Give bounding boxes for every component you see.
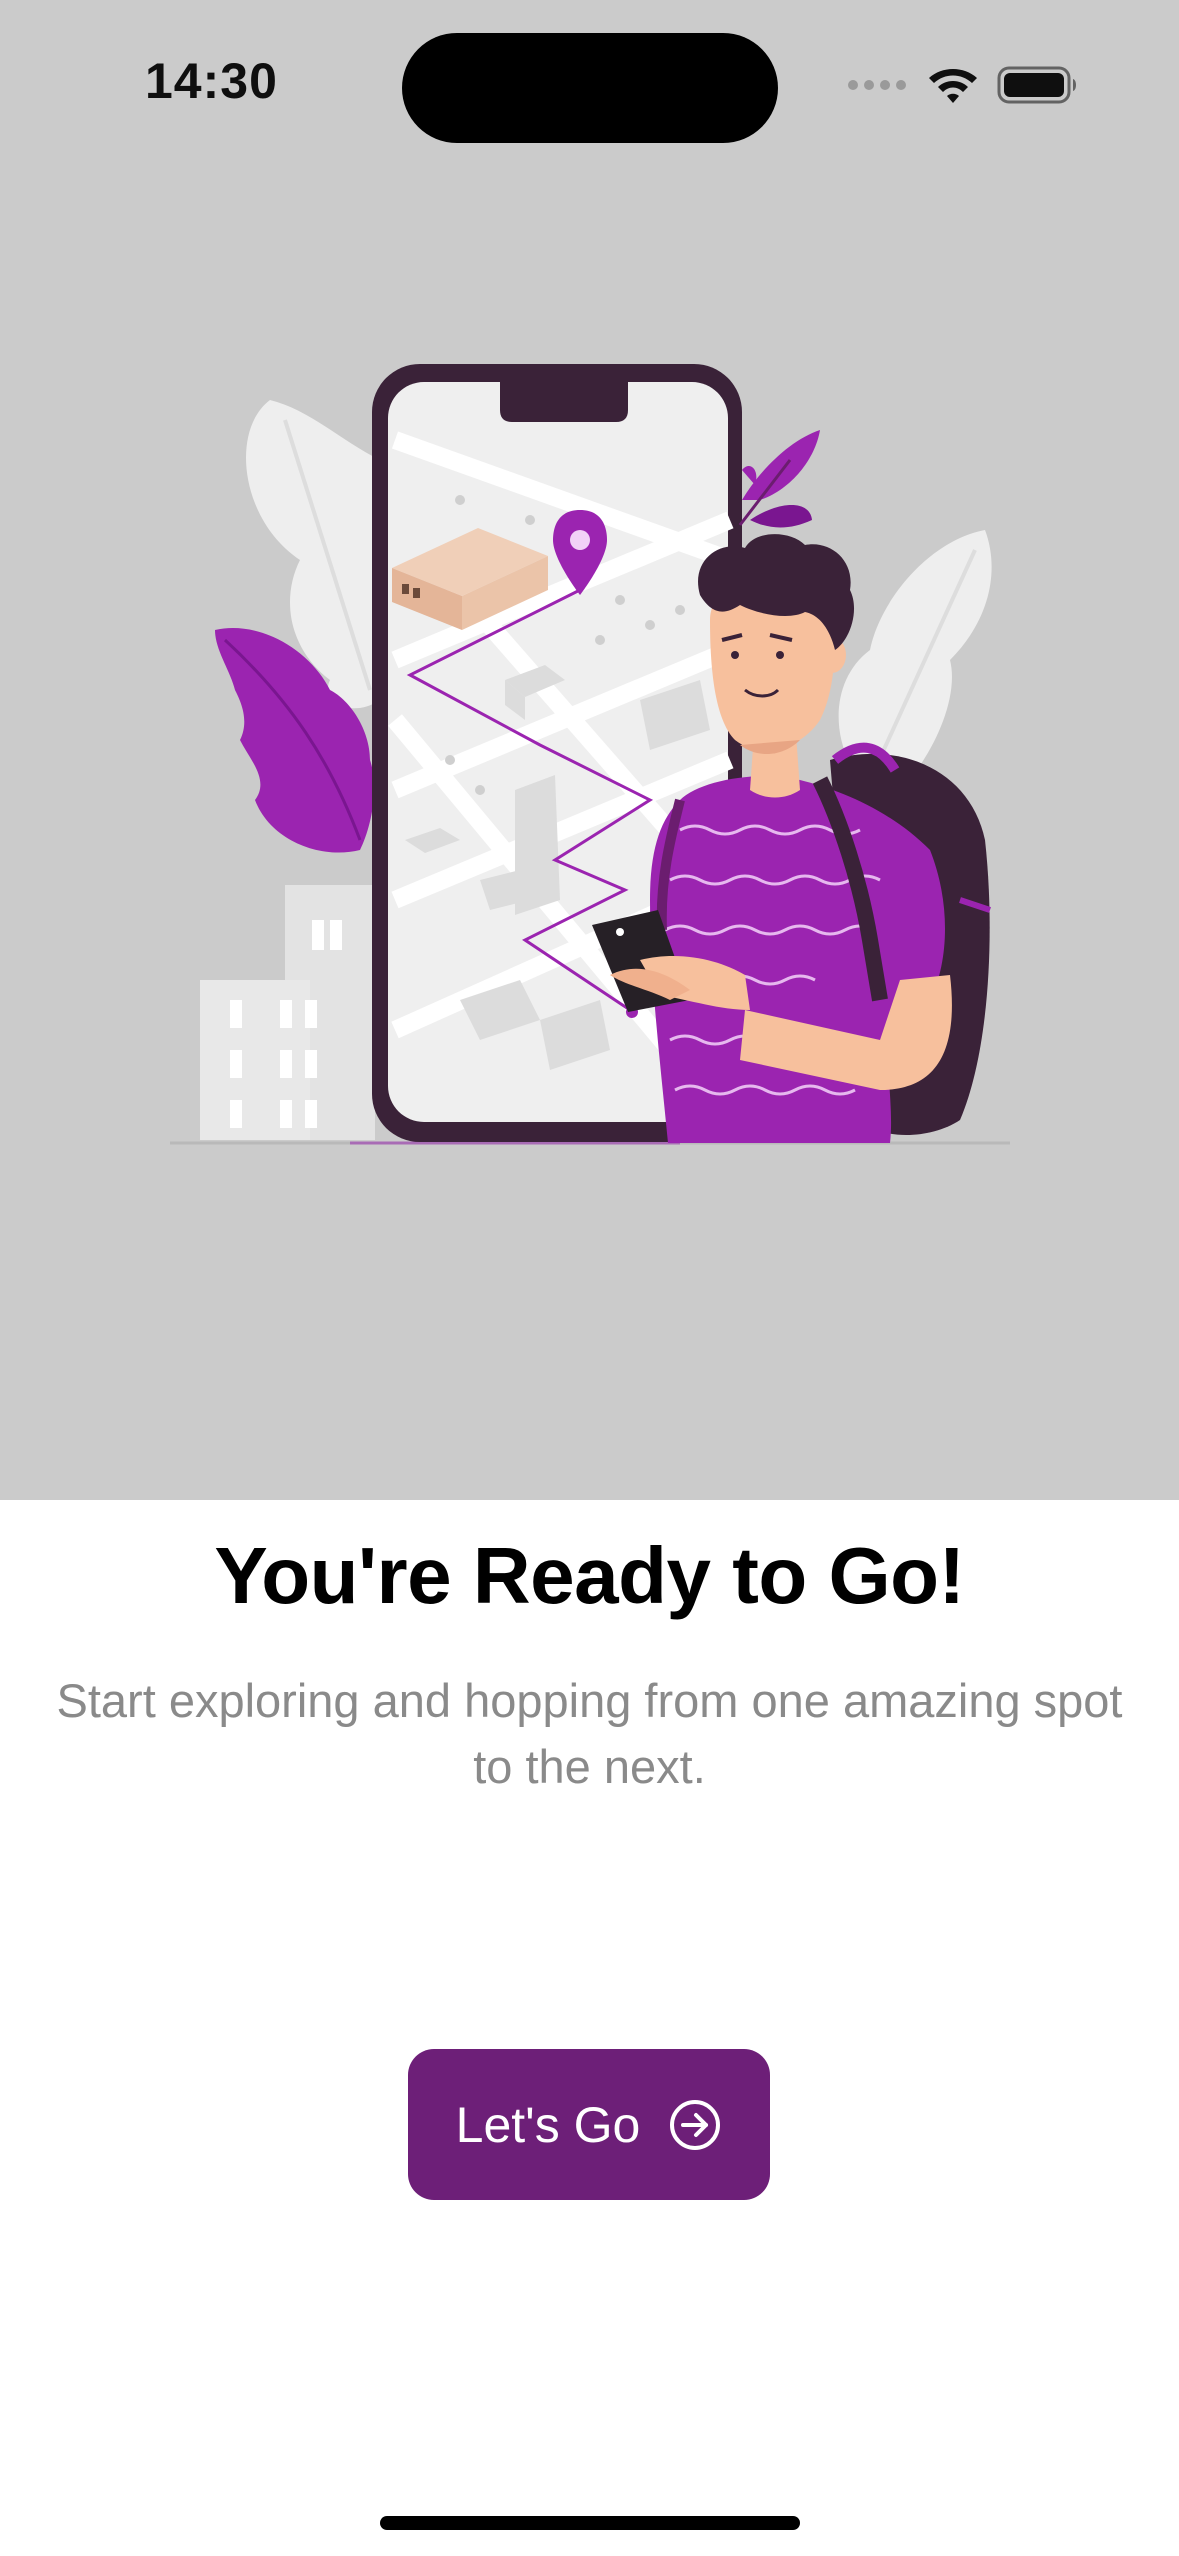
home-indicator[interactable] <box>380 2516 800 2530</box>
hero-banner: 14:30 <box>0 0 1179 1500</box>
status-icons <box>847 60 1079 110</box>
lets-go-button[interactable]: Let's Go <box>408 2049 770 2200</box>
cellular-dots-icon <box>848 80 906 90</box>
onboarding-screen: 14:30 You're Ready to Go! Start explorin… <box>0 0 1179 2556</box>
status-time: 14:30 <box>145 53 278 109</box>
traveler-map-illustration <box>170 364 1010 1145</box>
onboarding-title: You're Ready to Go! <box>214 1531 965 1620</box>
status-bar: 14:30 <box>0 0 1179 170</box>
lets-go-button-label: Let's Go <box>455 2096 641 2153</box>
arrow-right-circle-icon <box>670 2099 721 2150</box>
dynamic-island <box>402 33 778 143</box>
wifi-icon <box>929 69 977 103</box>
onboarding-subtitle: Start exploring and hopping from one ama… <box>56 1674 1123 1793</box>
battery-icon <box>997 66 1076 104</box>
